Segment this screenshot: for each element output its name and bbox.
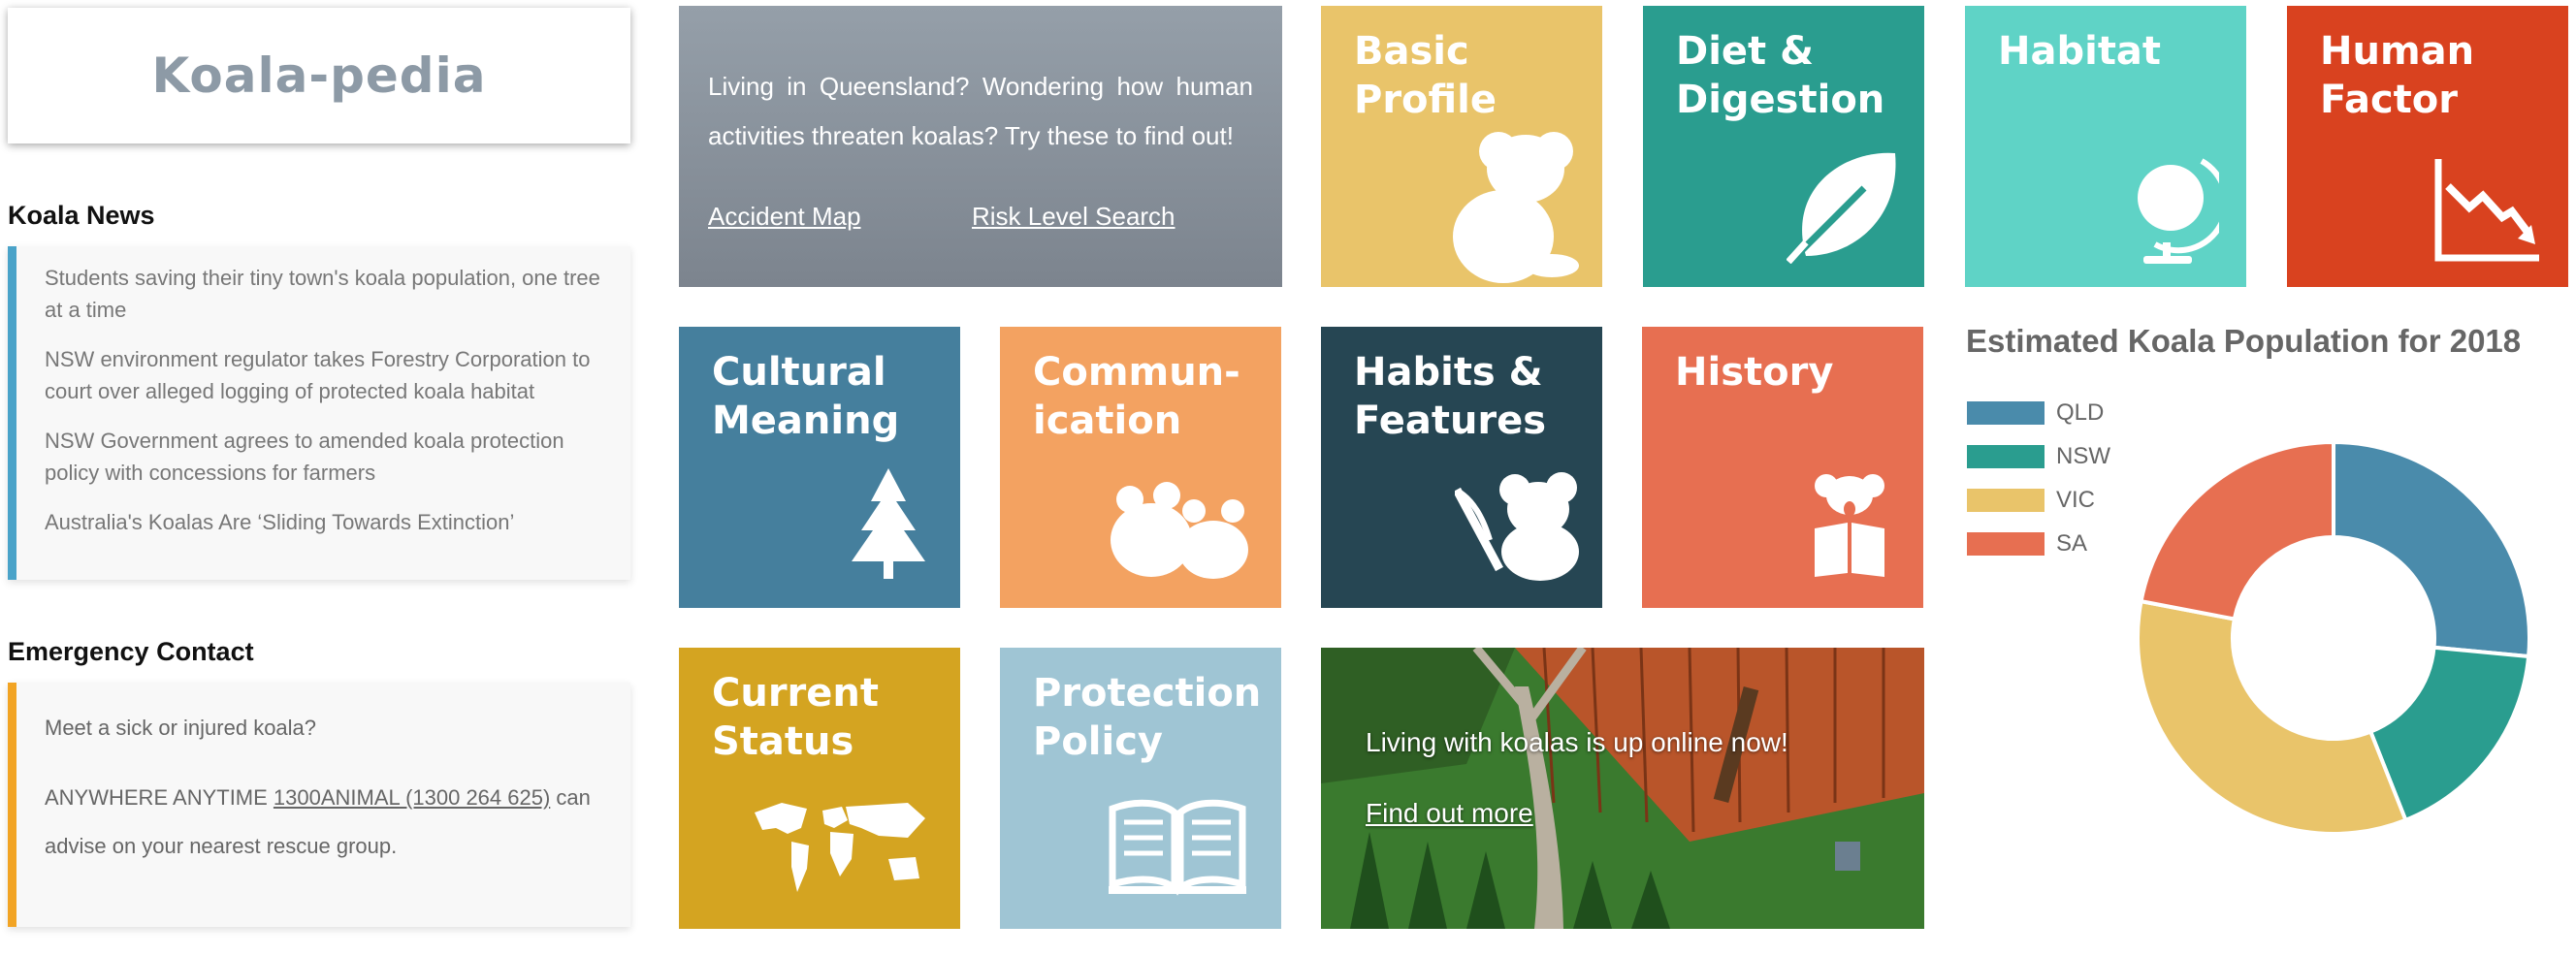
legend-label: SA <box>2056 530 2088 557</box>
leaf-icon <box>1787 152 1896 264</box>
world-map-icon <box>755 803 925 892</box>
tile-human-factor[interactable]: Human Factor <box>2287 6 2568 287</box>
news-card: Students saving their tiny town's koala … <box>8 246 630 580</box>
tile-communication[interactable]: Commun- ication <box>1000 327 1281 608</box>
tile-history[interactable]: History <box>1642 327 1923 608</box>
legend-item-qld[interactable]: QLD <box>1967 399 2104 427</box>
legend-item-sa[interactable]: SA <box>1967 530 2087 558</box>
tile-communication-label: Commun- ication <box>1033 350 1240 443</box>
queensland-promo: Living in Queensland? Wondering how huma… <box>679 6 1282 287</box>
news-link-3[interactable]: NSW Government agrees to amended koala p… <box>45 425 603 489</box>
koalas-icon <box>1111 482 1248 579</box>
tile-habitat[interactable]: Habitat <box>1965 6 2246 287</box>
globe-icon <box>2138 158 2219 264</box>
koala-population-donut-chart <box>2136 439 2531 836</box>
site-logo[interactable]: Koala-pedia <box>8 8 630 143</box>
tile-current-status[interactable]: Current Status <box>679 648 960 929</box>
legend-label: QLD <box>2056 399 2105 426</box>
book-icon <box>1109 799 1246 896</box>
legend-swatch <box>1967 532 2045 556</box>
tile-basic-profile[interactable]: Basic Profile <box>1321 6 1602 287</box>
tile-current-status-label: Current Status <box>712 671 880 764</box>
tile-diet-label: Diet & Digestion <box>1676 29 1885 122</box>
emergency-advice: advise on your nearest rescue group. <box>45 834 398 858</box>
tile-diet-digestion[interactable]: Diet & Digestion <box>1643 6 1924 287</box>
news-link-2[interactable]: NSW environment regulator takes Forestry… <box>45 343 603 407</box>
koala-sitting-icon <box>1453 132 1579 283</box>
legend-label: NSW <box>2056 443 2110 469</box>
news-link-4[interactable]: Australia's Koalas Are ‘Sliding Towards … <box>45 506 603 538</box>
koala-eating-icon <box>1455 472 1579 581</box>
donut-slice-sa[interactable] <box>2139 439 2335 621</box>
emergency-question: Meet a sick or injured koala? <box>45 716 317 740</box>
chart-down-icon <box>2434 159 2539 262</box>
emergency-title: Emergency Contact <box>8 637 254 666</box>
accident-map-link[interactable]: Accident Map <box>708 202 861 231</box>
emergency-card: Meet a sick or injured koala? ANYWHERE A… <box>8 683 630 927</box>
tile-habits-label: Habits & Features <box>1354 350 1547 443</box>
chart-title: Estimated Koala Population for 2018 <box>1966 323 2522 359</box>
news-title: Koala News <box>8 201 155 230</box>
tile-history-label: History <box>1675 350 1834 395</box>
koala-reading-icon <box>1815 474 1884 577</box>
living-with-koalas-banner[interactable]: Living with koalas is up online now! Fin… <box>1321 648 1924 929</box>
news-link-1[interactable]: Students saving their tiny town's koala … <box>45 262 603 326</box>
donut-slice-qld[interactable] <box>2332 439 2531 659</box>
donut-slice-vic[interactable] <box>2136 598 2408 836</box>
legend-label: VIC <box>2056 487 2096 513</box>
tile-basic-profile-label: Basic Profile <box>1354 29 1497 122</box>
legend-swatch <box>1967 445 2045 468</box>
tile-cultural-meaning[interactable]: Cultural Meaning <box>679 327 960 608</box>
risk-level-search-link[interactable]: Risk Level Search <box>972 202 1175 231</box>
emergency-info: ANYWHERE ANYTIME 1300ANIMAL (1300 264 62… <box>45 785 591 810</box>
tile-habitat-label: Habitat <box>1998 29 2162 74</box>
tile-habits-features[interactable]: Habits & Features <box>1321 327 1602 608</box>
find-out-more-link[interactable]: Find out more <box>1366 798 1533 829</box>
backyard-illustration <box>1321 648 1924 929</box>
legend-item-vic[interactable]: VIC <box>1967 487 2095 514</box>
banner-text: Living with koalas is up online now! <box>1366 727 1788 757</box>
phone-link[interactable]: 1300ANIMAL (1300 264 625) <box>274 785 550 810</box>
tile-human-factor-label: Human Factor <box>2320 29 2475 122</box>
logo-text: Koala-pedia <box>151 48 487 104</box>
tile-protection-label: Protection Policy <box>1033 671 1262 764</box>
legend-item-nsw[interactable]: NSW <box>1967 443 2110 470</box>
promo-text: Living in Queensland? Wondering how huma… <box>708 72 1253 150</box>
tree-icon <box>852 468 925 579</box>
tile-protection-policy[interactable]: Protection Policy <box>1000 648 1281 929</box>
legend-swatch <box>1967 401 2045 425</box>
legend-swatch <box>1967 489 2045 512</box>
tile-cultural-label: Cultural Meaning <box>712 350 900 443</box>
